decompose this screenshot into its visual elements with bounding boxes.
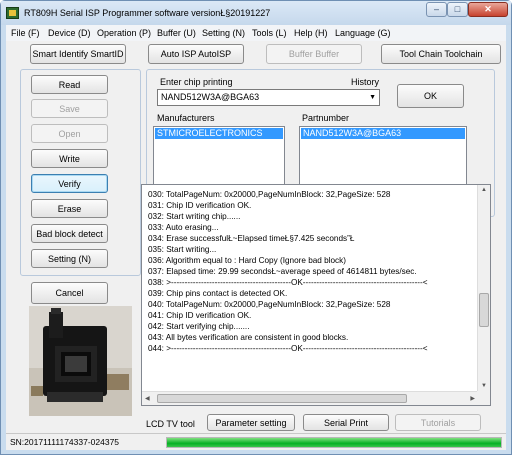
main-window: RT809H Serial ISP Programmer software ve… <box>0 0 512 455</box>
chip-printing-label: Enter chip printing <box>160 77 233 87</box>
menu-language[interactable]: Language (G) <box>335 28 391 38</box>
bad-block-detect-button[interactable]: Bad block detect <box>31 224 108 243</box>
programmer-image <box>29 306 132 416</box>
log-line: 043: All bytes verification are consiste… <box>148 333 349 342</box>
scroll-down-icon[interactable]: ▼ <box>481 383 487 389</box>
log-line: 041: Chip ID verification OK. <box>148 311 252 320</box>
menu-buffer[interactable]: Buffer (U) <box>157 28 196 38</box>
auto-isp-button[interactable]: Auto ISP AutoISP <box>148 44 244 64</box>
history-label: History <box>351 77 380 87</box>
scroll-corner <box>477 391 490 405</box>
tutorials-button[interactable]: Tutorials <box>395 414 481 431</box>
menu-operation[interactable]: Operation (P) <box>97 28 151 38</box>
log-line: 040: TotalPageNum: 0x20000,PageNumInBloc… <box>148 300 391 309</box>
menu-device[interactable]: Device (D) <box>48 28 91 38</box>
serial-print-button[interactable]: Serial Print <box>303 414 389 431</box>
log-line: 039: Chip pins contact is detected OK. <box>148 289 288 298</box>
scroll-left-icon[interactable]: ◀ <box>145 395 150 402</box>
horizontal-scroll-thumb[interactable] <box>157 394 407 403</box>
write-button[interactable]: Write <box>31 149 108 168</box>
partnumber-item-selected[interactable]: NAND512W3A@BGA63 <box>301 128 465 139</box>
log-output[interactable]: 030: TotalPageNum: 0x20000,PageNumInBloc… <box>141 184 491 406</box>
read-button[interactable]: Read <box>31 75 108 94</box>
menu-file[interactable]: File (F) <box>11 28 40 38</box>
log-line: 034: Erase successfulŁ~Elapsed timeŁ§7.4… <box>148 234 355 243</box>
open-button[interactable]: Open <box>31 124 108 143</box>
chip-printing-value: NAND512W3A@BGA63 <box>161 92 260 102</box>
progress-bar <box>166 437 502 448</box>
manufacturer-item-selected[interactable]: STMICROELECTRONICS <box>155 128 283 139</box>
close-button[interactable]: ✕ <box>468 2 508 17</box>
log-line: 042: Start verifying chip....... <box>148 322 250 331</box>
programmer-photo <box>29 306 132 416</box>
serial-number: SN:20171111174337-024375 <box>10 437 120 447</box>
erase-button[interactable]: Erase <box>31 199 108 218</box>
cancel-button[interactable]: Cancel <box>31 282 108 304</box>
tool-chain-button[interactable]: Tool Chain Toolchain <box>381 44 501 64</box>
log-line: 037: Elapsed time: 29.99 secondsŁ~averag… <box>148 267 417 276</box>
chevron-down-icon[interactable]: ▼ <box>369 90 376 105</box>
log-line: 031: Chip ID verification OK. <box>148 201 252 210</box>
vertical-scroll-thumb[interactable] <box>479 293 489 327</box>
smart-identify-button[interactable]: Smart Identify SmartID <box>30 44 126 64</box>
log-line: 033: Auto erasing... <box>148 223 219 232</box>
log-line: 036: Algorithm equal to : Hard Copy (Ign… <box>148 256 346 265</box>
log-line: 035: Start writing... <box>148 245 217 254</box>
manufacturers-label: Manufacturers <box>157 113 215 123</box>
chip-printing-combo[interactable]: NAND512W3A@BGA63 ▼ <box>157 89 380 106</box>
log-horizontal-scrollbar[interactable]: ◀ ▶ <box>142 391 478 405</box>
log-line: 032: Start writing chip...... <box>148 212 241 221</box>
menu-setting[interactable]: Setting (N) <box>202 28 245 38</box>
minimize-button[interactable]: – <box>426 2 447 17</box>
log-vertical-scrollbar[interactable]: ▲ ▼ <box>477 185 490 391</box>
log-line: 038: >----------------------------------… <box>148 278 428 287</box>
window-title: RT809H Serial ISP Programmer software ve… <box>24 8 271 18</box>
verify-button[interactable]: Verify <box>31 174 108 193</box>
maximize-button[interactable]: □ <box>447 2 468 17</box>
menu-help[interactable]: Help (H) <box>294 28 328 38</box>
menu-tools[interactable]: Tools (L) <box>252 28 287 38</box>
scroll-up-icon[interactable]: ▲ <box>481 187 487 193</box>
title-bar: RT809H Serial ISP Programmer software ve… <box>1 1 511 25</box>
lcd-tv-tool-label: LCD TV tool <box>146 419 195 429</box>
ok-button[interactable]: OK <box>397 84 464 108</box>
buffer-button[interactable]: Buffer Buffer <box>266 44 362 64</box>
parameter-setting-button[interactable]: Parameter setting <box>207 414 295 431</box>
setting-button[interactable]: Setting (N) <box>31 249 108 268</box>
status-bar: SN:20171111174337-024375 <box>6 433 506 450</box>
save-button[interactable]: Save <box>31 99 108 118</box>
progress-fill <box>167 438 501 447</box>
log-line: 044: >----------------------------------… <box>148 344 428 353</box>
partnumber-label: Partnumber <box>302 113 350 123</box>
scroll-right-icon[interactable]: ▶ <box>470 395 475 402</box>
app-icon <box>6 7 19 19</box>
menu-bar: File (F) Device (D) Operation (P) Buffer… <box>6 25 506 41</box>
log-line: 030: TotalPageNum: 0x20000,PageNumInBloc… <box>148 190 391 199</box>
